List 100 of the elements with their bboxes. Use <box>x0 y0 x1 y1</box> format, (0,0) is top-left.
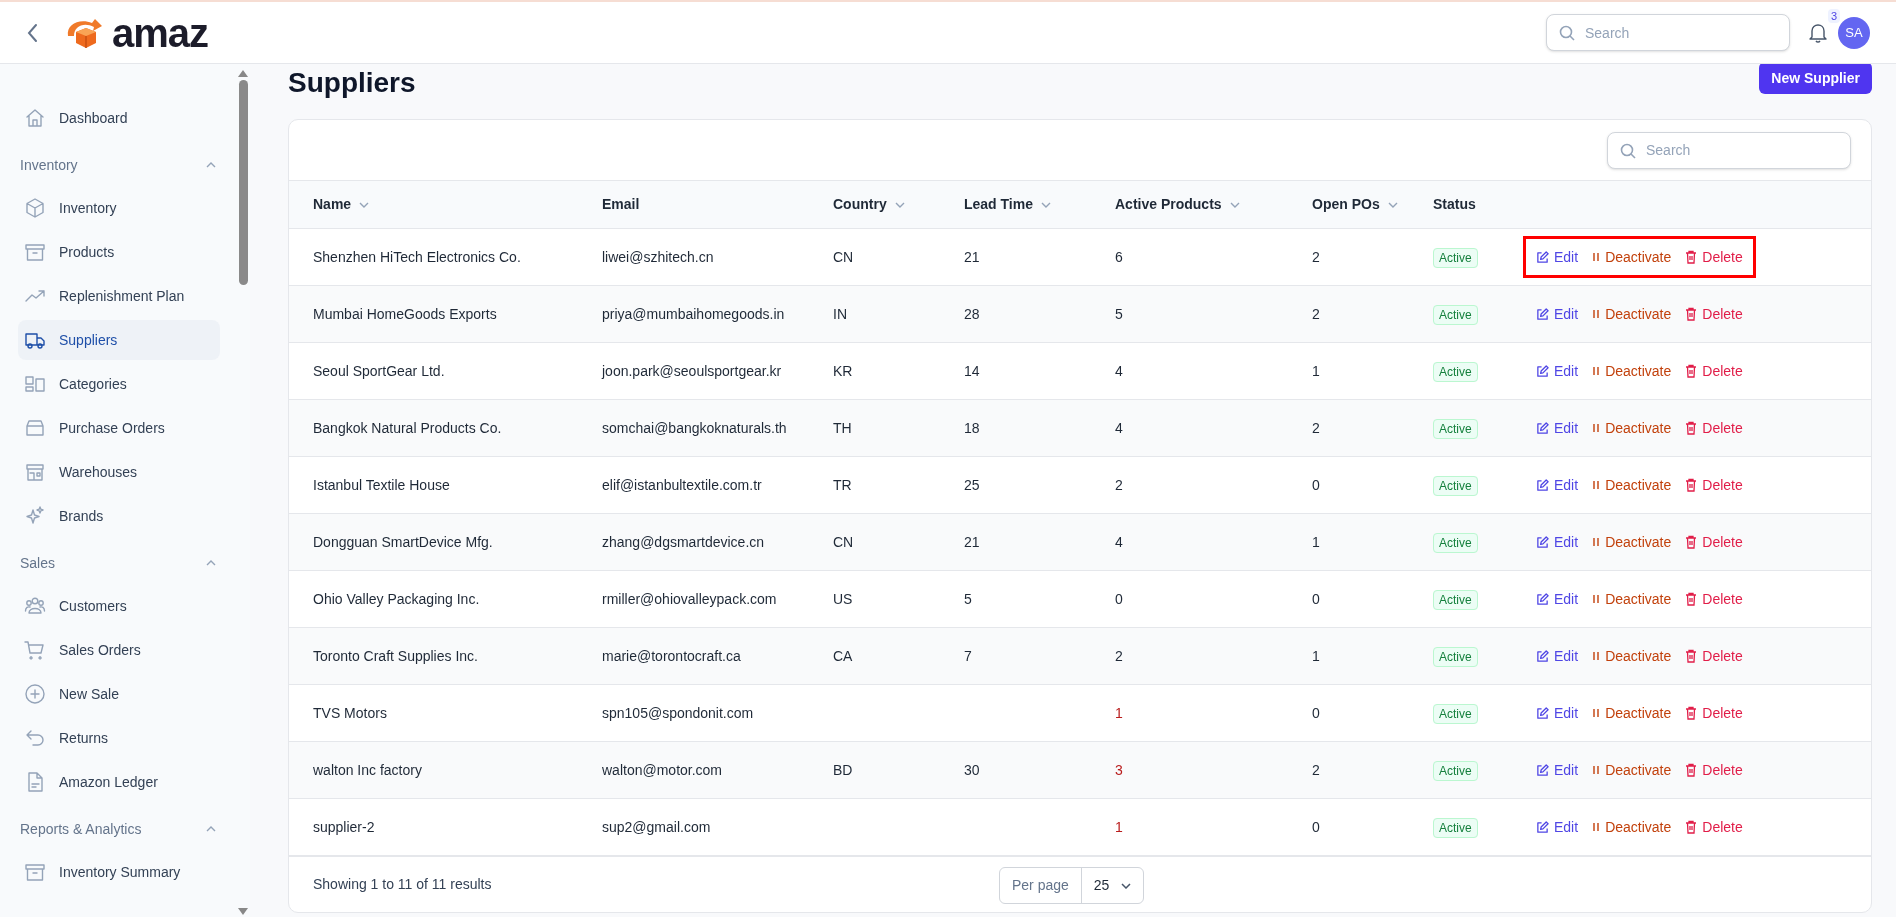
deactivate-button[interactable]: Deactivate <box>1592 645 1672 667</box>
pause-icon <box>1592 251 1601 263</box>
sidebar-item[interactable]: Products <box>18 232 220 272</box>
sidebar-item[interactable]: Sales Orders <box>18 630 220 670</box>
trash-icon <box>1685 421 1698 435</box>
user-avatar[interactable]: SA <box>1838 16 1870 49</box>
table-cell: liwei@szhitech.cn <box>602 248 714 265</box>
pause-icon <box>1592 422 1601 434</box>
sidebar-item[interactable]: New Sale <box>18 674 220 714</box>
sidebar-item[interactable]: Dashboard <box>18 98 220 138</box>
table-cell: 1 <box>1312 647 1320 664</box>
table-cell: CN <box>833 248 854 265</box>
edit-button[interactable]: Edit <box>1536 303 1579 325</box>
column-header[interactable]: Lead Time <box>964 180 1115 229</box>
deactivate-button[interactable]: Deactivate <box>1592 531 1672 553</box>
deactivate-button[interactable]: Deactivate <box>1592 360 1672 382</box>
table-cell: 14 <box>964 362 980 379</box>
edit-button[interactable]: Edit <box>1536 360 1579 382</box>
section-header[interactable]: Sales <box>18 538 220 584</box>
back-icon[interactable] <box>26 22 40 43</box>
delete-button[interactable]: Delete <box>1685 246 1743 268</box>
sidebar-item[interactable]: Purchase Orders <box>18 408 220 448</box>
pause-icon <box>1592 479 1601 491</box>
section-header[interactable]: Reports & Analytics <box>18 804 220 850</box>
edit-button[interactable]: Edit <box>1536 474 1579 496</box>
pause-icon <box>1592 536 1601 548</box>
delete-button[interactable]: Delete <box>1685 417 1743 439</box>
delete-button[interactable]: Delete <box>1685 531 1743 553</box>
table-cell: 2 <box>1312 419 1320 436</box>
status-badge: Active <box>1433 532 1478 553</box>
edit-button[interactable]: Edit <box>1536 417 1579 439</box>
deactivate-button[interactable]: Deactivate <box>1592 759 1672 781</box>
delete-button[interactable]: Delete <box>1685 759 1743 781</box>
edit-button[interactable]: Edit <box>1536 702 1579 724</box>
deactivate-button[interactable]: Deactivate <box>1592 417 1672 439</box>
delete-button[interactable]: Delete <box>1685 702 1743 724</box>
trash-icon <box>1685 592 1698 606</box>
sidebar-item[interactable]: Customers <box>18 586 220 626</box>
table-cell: 2 <box>1312 761 1320 778</box>
deactivate-button[interactable]: Deactivate <box>1592 702 1672 724</box>
edit-icon <box>1536 820 1549 834</box>
table-cell: 28 <box>964 305 980 322</box>
status-badge: Active <box>1433 703 1478 724</box>
edit-icon <box>1536 364 1549 378</box>
section-header[interactable]: Inventory <box>18 140 220 186</box>
table-cell: US <box>833 590 853 607</box>
new-supplier-button[interactable]: New Supplier <box>1759 64 1872 94</box>
table-cell: 1 <box>1115 818 1123 835</box>
table-cell: 0 <box>1312 590 1320 607</box>
pause-icon <box>1592 308 1601 320</box>
edit-button[interactable]: Edit <box>1536 645 1579 667</box>
sidebar-item[interactable]: Returns <box>18 718 220 758</box>
column-header[interactable]: Active Products <box>1115 180 1312 229</box>
edit-button[interactable]: Edit <box>1536 759 1579 781</box>
table-search-field[interactable]: Search <box>1607 131 1851 169</box>
delete-button[interactable]: Delete <box>1685 816 1743 838</box>
deactivate-button[interactable]: Deactivate <box>1592 246 1672 268</box>
column-header[interactable]: Open POs <box>1312 180 1433 229</box>
edit-button[interactable]: Edit <box>1536 588 1579 610</box>
deactivate-button[interactable]: Deactivate <box>1592 303 1672 325</box>
table-cell: Ohio Valley Packaging Inc. <box>313 590 480 607</box>
chevron-up-icon <box>206 826 216 832</box>
delete-button[interactable]: Delete <box>1685 645 1743 667</box>
status-badge: Active <box>1433 247 1478 268</box>
table-cell: 2 <box>1312 248 1320 265</box>
sort-chevron-icon <box>1387 201 1398 208</box>
sidebar-item[interactable]: Inventory <box>18 188 220 228</box>
deactivate-button[interactable]: Deactivate <box>1592 816 1672 838</box>
sidebar-item[interactable]: Amazon Ledger <box>18 762 220 802</box>
layout-icon <box>24 373 46 395</box>
sidebar-item[interactable]: Warehouses <box>18 452 220 492</box>
sidebar-item[interactable]: Replenishment Plan <box>18 276 220 316</box>
table-cell: 1 <box>1312 533 1320 550</box>
edit-button[interactable]: Edit <box>1536 246 1579 268</box>
sidebar-item[interactable]: Brands <box>18 496 220 536</box>
search-field[interactable]: Search <box>1546 14 1790 51</box>
delete-button[interactable]: Delete <box>1685 588 1743 610</box>
sidebar-item[interactable]: Inventory Summary <box>18 852 220 892</box>
sort-chevron-icon <box>1229 201 1240 208</box>
table-cell: 4 <box>1115 533 1123 550</box>
sort-chevron-icon <box>359 201 370 208</box>
column-header[interactable]: Name <box>289 180 602 229</box>
table-cell: Toronto Craft Supplies Inc. <box>313 647 478 664</box>
sidebar-item[interactable]: Categories <box>18 364 220 404</box>
edit-button[interactable]: Edit <box>1536 531 1579 553</box>
scroll-up-icon[interactable] <box>238 70 248 77</box>
delete-button[interactable]: Delete <box>1685 474 1743 496</box>
scrollbar-thumb[interactable] <box>238 80 248 285</box>
delete-button[interactable]: Delete <box>1685 303 1743 325</box>
trash-icon <box>1685 649 1698 663</box>
scroll-down-icon[interactable] <box>238 908 248 915</box>
bell-icon[interactable] <box>1809 22 1827 43</box>
edit-button[interactable]: Edit <box>1536 816 1579 838</box>
edit-icon <box>1536 478 1549 492</box>
delete-button[interactable]: Delete <box>1685 360 1743 382</box>
deactivate-button[interactable]: Deactivate <box>1592 588 1672 610</box>
table-cell: 25 <box>964 476 980 493</box>
sidebar-item[interactable]: Suppliers <box>18 320 220 360</box>
deactivate-button[interactable]: Deactivate <box>1592 474 1672 496</box>
column-header[interactable]: Country <box>833 180 964 229</box>
